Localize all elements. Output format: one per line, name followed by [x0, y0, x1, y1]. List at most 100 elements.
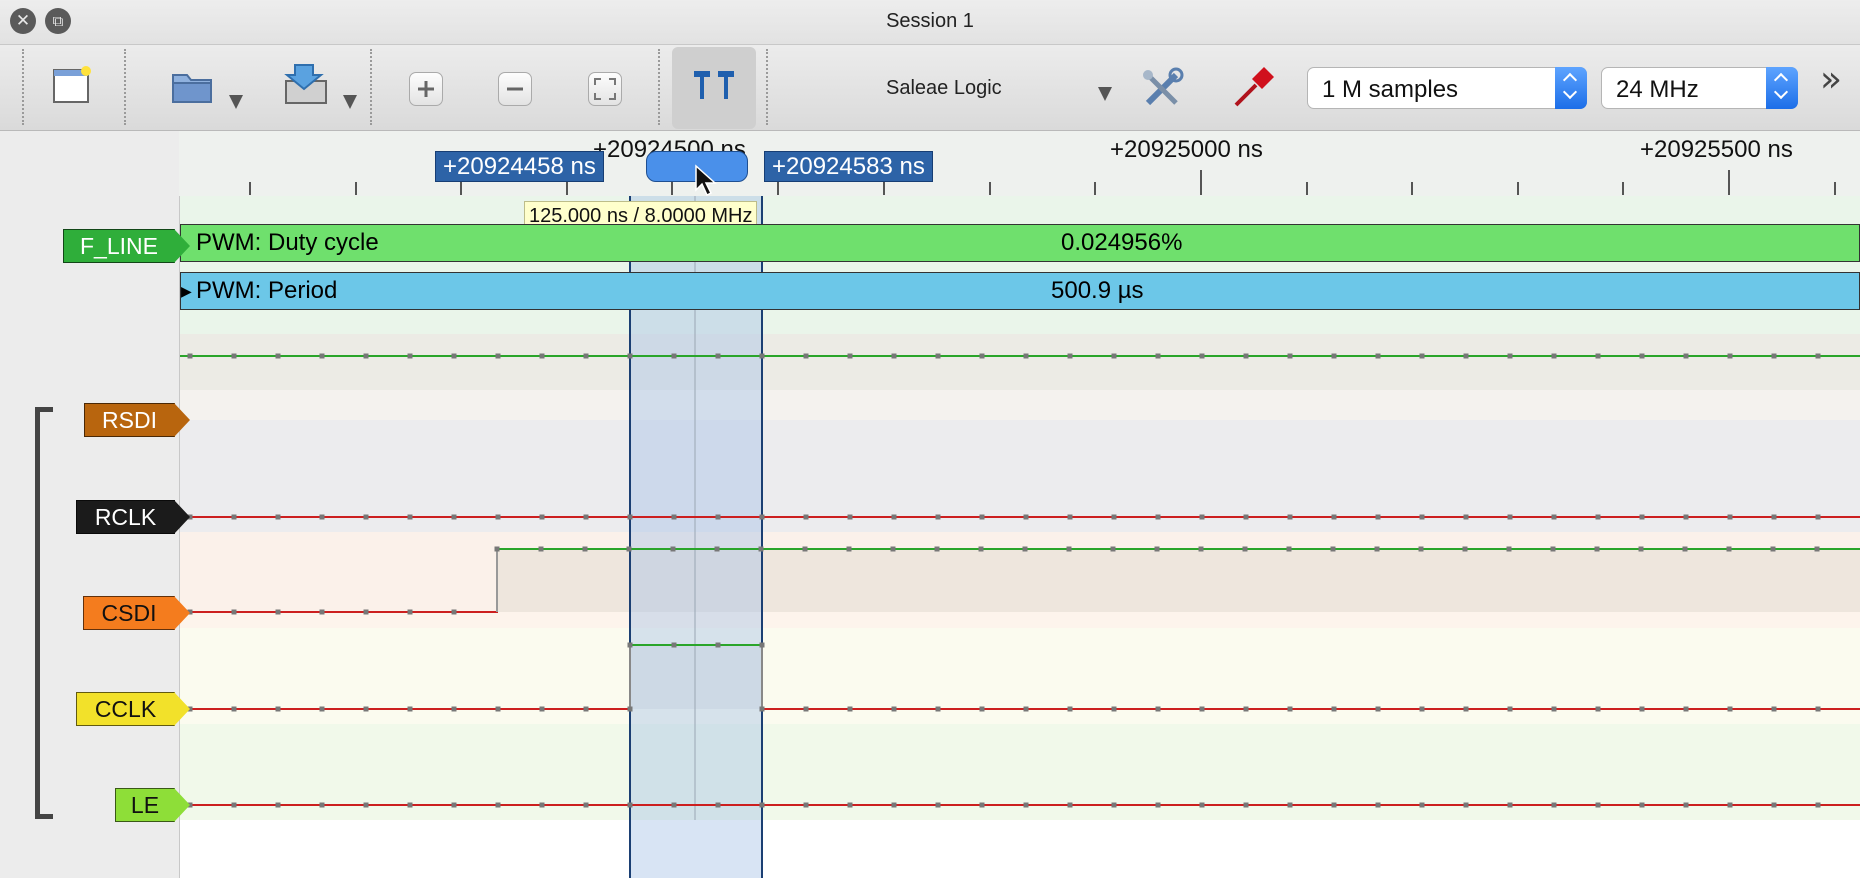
- sample-dot: [275, 706, 281, 712]
- sample-dot: [847, 353, 853, 359]
- sample-dot: [1507, 353, 1513, 359]
- channel-rclk[interactable]: RCLK: [76, 500, 190, 534]
- sample-dot: [935, 802, 941, 808]
- sample-dot: [1771, 514, 1777, 520]
- sample-dot: [363, 706, 369, 712]
- sample-dot: [1463, 706, 1469, 712]
- sample-dot: [583, 353, 589, 359]
- marker-right-label[interactable]: +20924583 ns: [764, 151, 933, 182]
- sample-dot: [1110, 546, 1116, 552]
- sample-dot: [451, 802, 457, 808]
- sample-dot: [1639, 802, 1645, 808]
- sample-dot: [231, 514, 237, 520]
- tick-label: +20925000 ns: [1110, 136, 1263, 163]
- sample-dot: [1419, 802, 1425, 808]
- expand-triangle-icon[interactable]: ▶: [181, 273, 192, 309]
- sample-dot: [1155, 706, 1161, 712]
- period-value: 500.9 µs: [1051, 277, 1144, 304]
- sample-dot: [495, 802, 501, 808]
- sample-dot: [319, 514, 325, 520]
- sample-dot: [714, 546, 720, 552]
- sample-dot: [626, 546, 632, 552]
- sample-dot: [671, 514, 677, 520]
- sample-dot: [1595, 353, 1601, 359]
- sample-dot: [1639, 514, 1645, 520]
- sample-dot: [407, 706, 413, 712]
- sample-dot: [1771, 706, 1777, 712]
- sample-dot: [803, 706, 809, 712]
- sample-dot: [1243, 802, 1249, 808]
- sample-dot: [846, 546, 852, 552]
- period-bar[interactable]: ▶ PWM: Period 500.9 µs: [180, 272, 1860, 310]
- sample-dot: [847, 514, 853, 520]
- sample-dot: [1023, 802, 1029, 808]
- channel-cclk[interactable]: CCLK: [76, 692, 190, 726]
- rsdi-row: [180, 390, 1860, 420]
- sample-dot: [715, 353, 721, 359]
- sample-dot: [538, 546, 544, 552]
- sample-dot: [627, 353, 633, 359]
- sample-dot: [1331, 514, 1337, 520]
- sample-dot: [1374, 546, 1380, 552]
- sample-dot: [187, 353, 193, 359]
- sample-dot: [231, 609, 237, 615]
- sample-dot: [1551, 353, 1557, 359]
- csdi-row-lower: [180, 612, 1860, 628]
- sample-dot: [1463, 514, 1469, 520]
- sample-dot: [847, 706, 853, 712]
- sample-dot: [891, 514, 897, 520]
- sample-dot: [231, 706, 237, 712]
- sample-dot: [1550, 546, 1556, 552]
- sample-dot: [1507, 802, 1513, 808]
- sample-dot: [407, 802, 413, 808]
- sample-dot: [1814, 546, 1820, 552]
- sample-dot: [1506, 546, 1512, 552]
- sample-dot: [1418, 546, 1424, 552]
- sample-dot: [319, 609, 325, 615]
- sample-dot: [671, 642, 677, 648]
- sample-dot: [1595, 706, 1601, 712]
- sample-dot: [495, 706, 501, 712]
- sample-dot: [1595, 514, 1601, 520]
- sample-dot: [803, 514, 809, 520]
- sample-dot: [319, 706, 325, 712]
- sample-dot: [627, 514, 633, 520]
- sample-dot: [890, 546, 896, 552]
- duty-cycle-label: PWM: Duty cycle: [196, 229, 379, 256]
- empty-area: [180, 820, 1860, 878]
- sample-dot: [759, 802, 765, 808]
- mouse-cursor-icon: [695, 164, 717, 197]
- channel-le[interactable]: LE: [115, 788, 190, 822]
- sample-dot: [847, 802, 853, 808]
- sample-dot: [583, 802, 589, 808]
- sample-dot: [319, 802, 325, 808]
- f-line-row: [180, 196, 1860, 334]
- sample-dot: [407, 353, 413, 359]
- channel-rsdi[interactable]: RSDI: [84, 403, 190, 437]
- sample-dot: [979, 706, 985, 712]
- sample-dot: [1242, 546, 1248, 552]
- sample-dot: [1023, 514, 1029, 520]
- duty-cycle-bar[interactable]: PWM: Duty cycle 0.024956%: [180, 224, 1860, 262]
- sample-dot: [1594, 546, 1600, 552]
- channel-f-line[interactable]: F_LINE: [63, 229, 190, 263]
- sample-dot: [1198, 546, 1204, 552]
- sample-dot: [1331, 706, 1337, 712]
- sample-dot: [583, 514, 589, 520]
- sample-dot: [275, 802, 281, 808]
- sample-dot: [1331, 802, 1337, 808]
- sample-dot: [627, 706, 633, 712]
- sample-dot: [891, 706, 897, 712]
- channel-group-bracket[interactable]: [35, 407, 53, 819]
- sample-dot: [1375, 706, 1381, 712]
- sample-dot: [451, 514, 457, 520]
- sample-dot: [1067, 353, 1073, 359]
- sample-dot: [1815, 353, 1821, 359]
- sample-dot: [363, 353, 369, 359]
- sample-dot: [1199, 802, 1205, 808]
- channel-csdi[interactable]: CSDI: [83, 596, 190, 630]
- sample-dot: [802, 546, 808, 552]
- sample-dot: [979, 514, 985, 520]
- sample-dot: [363, 514, 369, 520]
- marker-left-label[interactable]: +20924458 ns: [435, 151, 604, 182]
